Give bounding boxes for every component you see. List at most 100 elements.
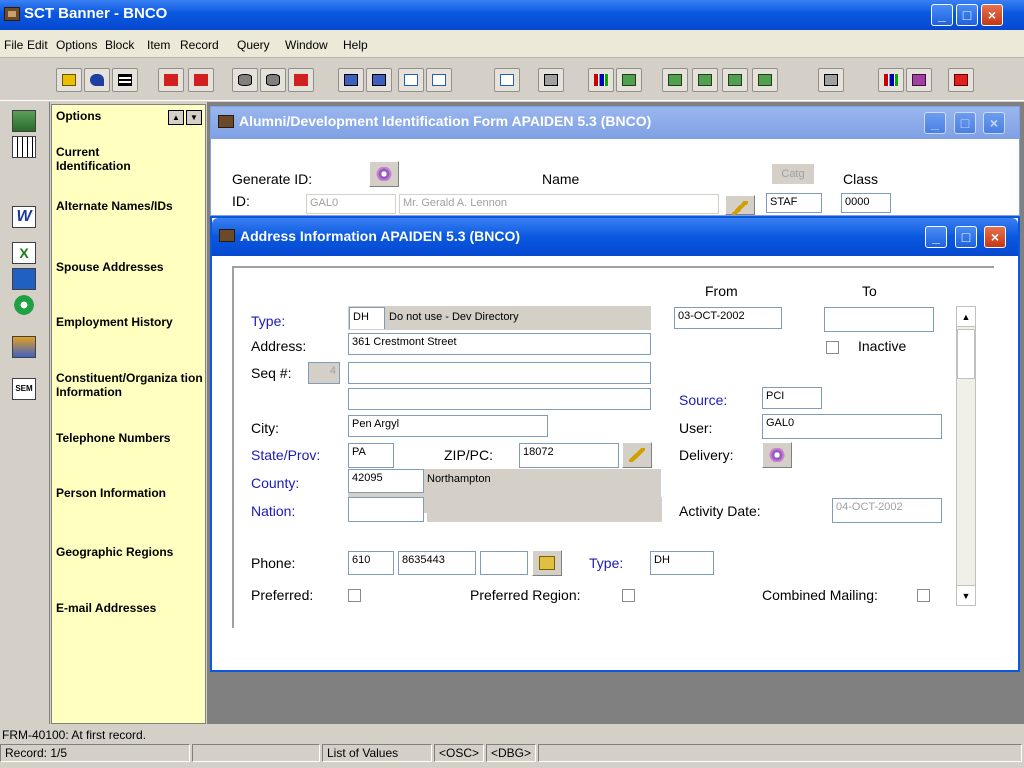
first-record-button[interactable] [662, 68, 688, 92]
next-item-button[interactable] [426, 68, 452, 92]
excel-icon[interactable]: X [12, 242, 36, 264]
preferred-checkbox[interactable] [348, 589, 361, 602]
previous-block-button[interactable] [338, 68, 364, 92]
id-form-minimize-button[interactable]: _ [924, 112, 946, 134]
word-icon[interactable]: W [12, 206, 36, 228]
from-date-field[interactable]: 03-OCT-2002 [674, 307, 782, 329]
chart-button[interactable] [588, 68, 614, 92]
inactive-checkbox[interactable] [826, 341, 839, 354]
source-field[interactable]: PCI [762, 387, 822, 409]
seq-field[interactable]: 4 [308, 362, 340, 384]
options-scroll-up-button[interactable]: ▲ [168, 110, 184, 125]
remove-record-button[interactable] [188, 68, 214, 92]
menu-window[interactable]: Window [285, 38, 328, 52]
id-form-maximize-button[interactable]: □ [954, 112, 976, 134]
close-button[interactable]: × [981, 4, 1003, 26]
address-form-close-button[interactable]: × [984, 226, 1006, 248]
state-field[interactable]: PA [348, 443, 394, 468]
web-icon[interactable] [12, 294, 36, 316]
phone-type-field[interactable]: DH [650, 551, 714, 575]
exit-button[interactable] [948, 68, 974, 92]
class-field[interactable]: 0000 [841, 193, 891, 213]
option-spouse-addresses[interactable]: Spouse Addresses [56, 260, 206, 274]
menu-query[interactable]: Query [237, 38, 270, 52]
catg-button[interactable]: Catg [771, 163, 815, 185]
menu-edit[interactable]: Edit [27, 38, 48, 52]
combined-mailing-checkbox[interactable] [917, 589, 930, 602]
option-person-information[interactable]: Person Information [56, 486, 206, 500]
bookshelf-button[interactable] [878, 68, 904, 92]
previous-item-button[interactable] [398, 68, 424, 92]
county-code-field[interactable]: 42095 [348, 469, 424, 493]
zip-field[interactable]: 18072 [519, 443, 619, 468]
print-button[interactable] [538, 68, 564, 92]
desktop-icon[interactable] [12, 268, 36, 290]
scroll-down-arrow-icon[interactable]: ▼ [957, 585, 975, 605]
option-telephone-numbers[interactable]: Telephone Numbers [56, 431, 206, 445]
option-geographic-regions[interactable]: Geographic Regions [56, 545, 206, 559]
phone-area-field[interactable]: 610 [348, 551, 394, 575]
calendar-button[interactable] [818, 68, 844, 92]
insert-record-button[interactable] [158, 68, 184, 92]
menu-record[interactable]: Record [180, 38, 219, 52]
menu-file[interactable]: File [4, 38, 23, 52]
option-current-identification[interactable]: Current Identification [56, 145, 156, 173]
menu-item[interactable]: Item [147, 38, 170, 52]
rollback-button[interactable] [84, 68, 110, 92]
catg-field[interactable]: STAF [766, 193, 822, 213]
city-field[interactable]: Pen Argyl [348, 415, 548, 437]
enter-query-button[interactable] [232, 68, 258, 92]
options-scroll-down-button[interactable]: ▼ [186, 110, 202, 125]
dynamic-help-button[interactable] [616, 68, 642, 92]
app-title-bar[interactable]: SCT Banner - BNCO _ □ × [0, 0, 1024, 30]
delivery-button[interactable] [762, 442, 792, 468]
generate-id-button[interactable] [369, 161, 399, 187]
scroll-up-arrow-icon[interactable]: ▲ [957, 307, 975, 327]
option-email-addresses[interactable]: E-mail Addresses [56, 601, 206, 615]
next-record-button[interactable] [722, 68, 748, 92]
preferred-region-checkbox[interactable] [622, 589, 635, 602]
activity-date-field[interactable]: 04-OCT-2002 [832, 498, 942, 523]
address-form-minimize-button[interactable]: _ [925, 226, 947, 248]
address-form-maximize-button[interactable]: □ [955, 226, 977, 248]
scroll-thumb[interactable] [957, 329, 975, 379]
address-line1-field[interactable]: 361 Crestmont Street [348, 333, 651, 355]
previous-record-button[interactable] [692, 68, 718, 92]
id-form-close-button[interactable]: × [983, 112, 1005, 134]
id-field[interactable]: GAL0 [306, 194, 396, 214]
name-search-button[interactable] [725, 195, 755, 215]
address-line3-field[interactable] [348, 388, 651, 410]
save-button[interactable] [56, 68, 82, 92]
menu-block[interactable]: Block [105, 38, 134, 52]
menu-help[interactable]: Help [343, 38, 368, 52]
name-field[interactable]: Mr. Gerald A. Lennon [399, 194, 719, 214]
execute-query-button[interactable] [260, 68, 286, 92]
address-type-code-field[interactable]: DH [349, 307, 385, 329]
user-field[interactable]: GAL0 [762, 414, 942, 439]
nation-code-field[interactable] [348, 497, 424, 522]
identification-form-title-bar[interactable]: Alumni/Development Identification Form A… [211, 107, 1019, 139]
calculator-icon[interactable] [12, 110, 36, 132]
address-line2-field[interactable] [348, 362, 651, 384]
phone-number-field[interactable]: 8635443 [398, 551, 476, 575]
select-button[interactable] [112, 68, 138, 92]
export-button[interactable] [494, 68, 520, 92]
option-employment-history[interactable]: Employment History [56, 315, 206, 329]
maximize-button[interactable]: □ [956, 4, 978, 26]
zip-search-button[interactable] [622, 442, 652, 468]
phone-lookup-button[interactable] [532, 550, 562, 576]
workflow-icon[interactable] [12, 336, 36, 358]
option-alternate-names[interactable]: Alternate Names/IDs [56, 199, 206, 213]
address-form-title-bar[interactable]: Address Information APAIDEN 5.3 (BNCO) _… [212, 218, 1018, 256]
minimize-button[interactable]: _ [931, 4, 953, 26]
next-block-button[interactable] [366, 68, 392, 92]
sem-icon[interactable]: SEM [12, 378, 36, 400]
to-date-field[interactable] [824, 307, 934, 332]
record-scrollbar[interactable]: ▲ ▼ [956, 306, 976, 606]
option-constituent-organization[interactable]: Constituent/Organiza tion Information [56, 371, 206, 399]
last-record-button[interactable] [752, 68, 778, 92]
calendar-icon[interactable] [12, 136, 36, 158]
menu-options[interactable]: Options [56, 38, 97, 52]
cancel-query-button[interactable] [288, 68, 314, 92]
phone-extension-field[interactable] [480, 551, 528, 575]
